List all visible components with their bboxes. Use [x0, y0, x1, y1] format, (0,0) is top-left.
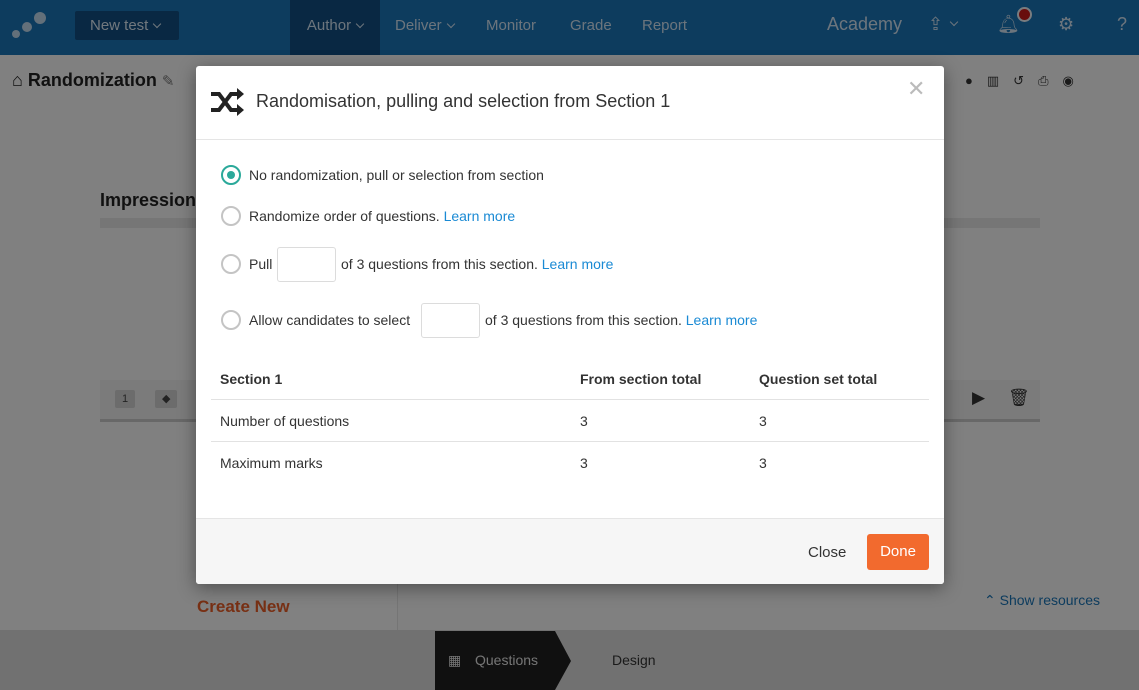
radio-randomize-order[interactable]: [221, 206, 241, 226]
table-cell: 3: [580, 413, 588, 429]
learn-more-link[interactable]: Learn more: [542, 256, 614, 272]
randomisation-modal: Randomisation, pulling and selection fro…: [196, 66, 944, 584]
table-cell: Maximum marks: [220, 455, 323, 471]
close-icon[interactable]: ✕: [907, 76, 925, 102]
option-pull-suffix: of 3 questions from this section. Learn …: [341, 256, 613, 272]
table-cell: 3: [580, 455, 588, 471]
table-cell: 3: [759, 455, 767, 471]
learn-more-link[interactable]: Learn more: [686, 312, 758, 328]
modal-header: Randomisation, pulling and selection fro…: [196, 66, 944, 140]
radio-no-randomization[interactable]: [221, 165, 241, 185]
option-select-suffix-text: of 3 questions from this section.: [485, 312, 682, 328]
option-pull-prefix: Pull: [249, 256, 273, 272]
option-randomize-label: Randomize order of questions. Learn more: [249, 208, 515, 224]
table-header-section: Section 1: [220, 371, 283, 387]
table-cell: 3: [759, 413, 767, 429]
close-button[interactable]: Close: [808, 544, 846, 561]
table-divider: [211, 441, 929, 442]
option-pull-suffix-text: of 3 questions from this section.: [341, 256, 538, 272]
pull-count-input[interactable]: [277, 247, 336, 282]
radio-allow-select[interactable]: [221, 310, 241, 330]
done-button[interactable]: Done: [867, 534, 929, 570]
table-cell: Number of questions: [220, 413, 350, 429]
table-header-from-section: From section total: [580, 371, 702, 387]
option-randomize-text: Randomize order of questions.: [249, 208, 440, 224]
select-count-input[interactable]: [421, 303, 480, 338]
option-select-suffix: of 3 questions from this section. Learn …: [485, 312, 757, 328]
table-divider: [211, 399, 929, 400]
table-header-question-set: Question set total: [759, 371, 878, 387]
shuffle-icon: [211, 88, 244, 116]
modal-title: Randomisation, pulling and selection fro…: [256, 91, 671, 111]
option-no-randomization-label: No randomization, pull or selection from…: [249, 167, 544, 183]
option-select-prefix: Allow candidates to select: [249, 312, 411, 328]
modal-footer: Close Done: [196, 518, 944, 584]
radio-pull[interactable]: [221, 254, 241, 274]
learn-more-link[interactable]: Learn more: [444, 208, 516, 224]
